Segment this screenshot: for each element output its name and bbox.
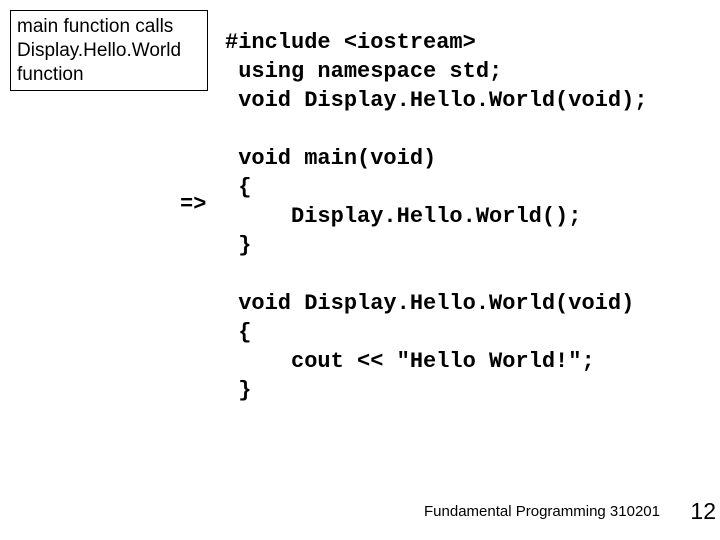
code-line-2: using namespace std; xyxy=(225,59,502,84)
code-line-12: cout << "Hello World!"; xyxy=(225,349,595,374)
code-line-7: Display.Hello.World(); xyxy=(225,204,581,229)
code-block: #include <iostream> using namespace std;… xyxy=(225,28,647,405)
code-line-1: #include <iostream> xyxy=(225,30,476,55)
page-number-value: 12 xyxy=(690,498,716,524)
footer-content: Fundamental Programming 310201 xyxy=(424,503,660,520)
annotation-text: main function calls Display.Hello.World … xyxy=(17,16,181,85)
pointer-symbol: => xyxy=(180,192,206,217)
code-line-8: } xyxy=(225,233,251,258)
code-line-3: void Display.Hello.World(void); xyxy=(225,88,647,113)
code-line-6: { xyxy=(225,175,251,200)
footer-label: Fundamental Programming 310201 xyxy=(424,503,660,520)
annotation-callout: main function calls Display.Hello.World … xyxy=(10,10,208,91)
code-line-13: } xyxy=(225,378,251,403)
code-line-10: void Display.Hello.World(void) xyxy=(225,291,634,316)
execution-pointer: => xyxy=(180,192,206,217)
code-line-5: void main(void) xyxy=(225,146,436,171)
code-line-11: { xyxy=(225,320,251,345)
page-number: 12 xyxy=(690,498,716,525)
